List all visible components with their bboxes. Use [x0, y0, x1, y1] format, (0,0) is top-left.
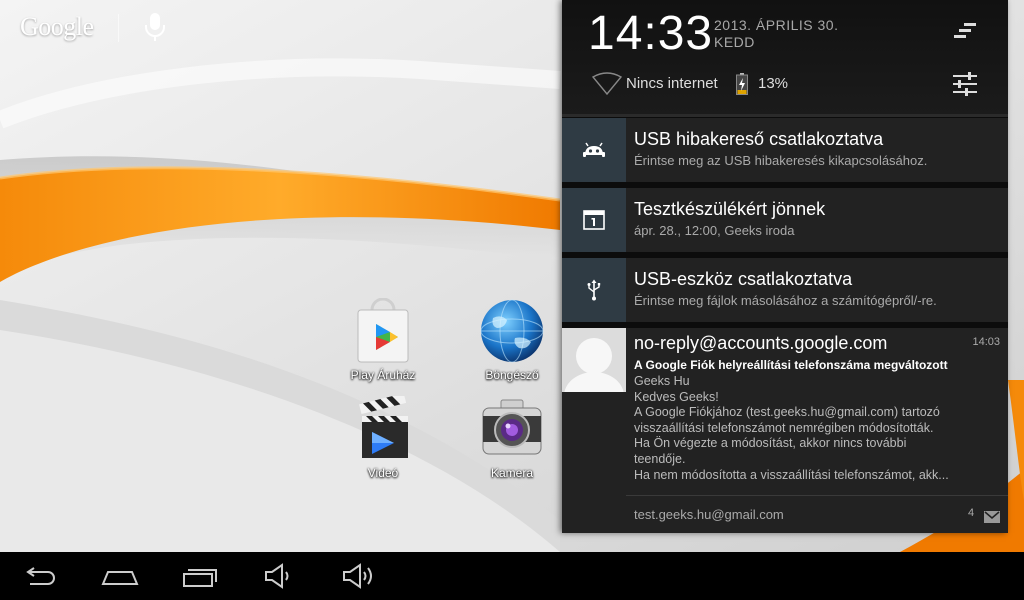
app-label: Kamera	[490, 466, 534, 480]
date: 2013. ÁPRILIS 30.	[714, 17, 839, 33]
email-body: Geeks Hu Kedves Geeks! A Google Fiókjáho…	[634, 374, 994, 483]
app-label: Böngésző	[485, 368, 539, 382]
email-line: Geeks Hu	[634, 374, 690, 388]
usb-icon	[562, 258, 626, 322]
avatar	[562, 328, 626, 392]
notification-usb-debug[interactable]: USB hibakereső csatlakoztatva Érintse me…	[562, 118, 1008, 182]
email-account: test.geeks.hu@gmail.com	[634, 507, 784, 522]
google-search-logo[interactable]: Google	[20, 12, 94, 42]
email-line: teendője.	[634, 451, 686, 466]
navigation-bar	[0, 552, 1024, 600]
play-store-icon	[350, 297, 416, 364]
app-browser[interactable]: Böngésző	[467, 298, 557, 382]
gmail-icon	[984, 508, 1000, 523]
app-label: Videó	[367, 466, 399, 480]
back-icon[interactable]	[20, 560, 60, 592]
app-play-store[interactable]: Play Áruház	[338, 297, 428, 382]
camera-icon	[479, 396, 545, 462]
weekday: KEDD	[714, 34, 755, 50]
notification-subtitle: Érintse meg az USB hibakeresés kikapcsol…	[634, 153, 928, 168]
shade-header: 14:33 2013. ÁPRILIS 30. KEDD Nincs inter…	[562, 0, 1008, 114]
notification-calendar[interactable]: Tesztkészülékért jönnek ápr. 28., 12:00,…	[562, 188, 1008, 252]
email-line: Ha nem módosította a visszaállítási tele…	[634, 467, 949, 482]
email-line: Ha Ön végezte a módosítást, akkor nincs …	[634, 436, 907, 451]
battery-charging-icon	[736, 73, 748, 95]
app-video[interactable]: Videó	[338, 393, 428, 480]
wifi-off-icon	[591, 72, 623, 96]
clock[interactable]: 14:33	[588, 6, 713, 61]
video-clapper-icon	[350, 393, 416, 462]
network-status: Nincs internet	[626, 75, 718, 92]
email-line: A Google Fiókjához (test.geeks.hu@gmail.…	[634, 405, 940, 420]
voice-search-icon[interactable]	[144, 12, 166, 42]
app-camera[interactable]: Kamera	[467, 396, 557, 480]
email-time: 14:03	[972, 336, 1000, 348]
clear-all-icon[interactable]	[950, 20, 980, 42]
header-divider	[562, 114, 1008, 117]
battery-level: 13%	[758, 75, 789, 92]
email-line: Kedves Geeks!	[634, 389, 719, 404]
notification-title: Tesztkészülékért jönnek	[634, 199, 826, 219]
notification-title: USB-eszköz csatlakoztatva	[634, 269, 853, 289]
recent-apps-icon[interactable]	[180, 560, 220, 592]
volume-down-icon[interactable]	[260, 560, 300, 592]
quick-settings-icon[interactable]	[950, 71, 980, 97]
volume-up-icon[interactable]	[340, 560, 380, 592]
email-sender: no-reply@accounts.google.com	[634, 333, 888, 353]
email-subject: A Google Fiók helyreállítási telefonszám…	[634, 358, 948, 372]
notification-title: USB hibakereső csatlakoztatva	[634, 129, 884, 149]
home-icon[interactable]	[100, 560, 140, 592]
unread-count: 4	[968, 507, 975, 519]
search-divider	[118, 14, 119, 42]
email-divider	[626, 495, 1008, 496]
notification-subtitle: ápr. 28., 12:00, Geeks iroda	[634, 223, 795, 238]
email-line: visszaállítási telefonszámot nemrégiben …	[634, 420, 934, 435]
app-label: Play Áruház	[350, 368, 416, 382]
notification-email[interactable]: no-reply@accounts.google.com 14:03 A Goo…	[562, 328, 1008, 533]
notification-subtitle: Érintse meg fájlok másolásához a számító…	[634, 293, 937, 308]
browser-globe-icon	[479, 298, 545, 364]
notification-usb-storage[interactable]: USB-eszköz csatlakoztatva Érintse meg fá…	[562, 258, 1008, 322]
calendar-icon	[562, 188, 626, 252]
android-debug-icon	[562, 118, 626, 182]
notification-shade: 14:33 2013. ÁPRILIS 30. KEDD Nincs inter…	[562, 0, 1008, 533]
